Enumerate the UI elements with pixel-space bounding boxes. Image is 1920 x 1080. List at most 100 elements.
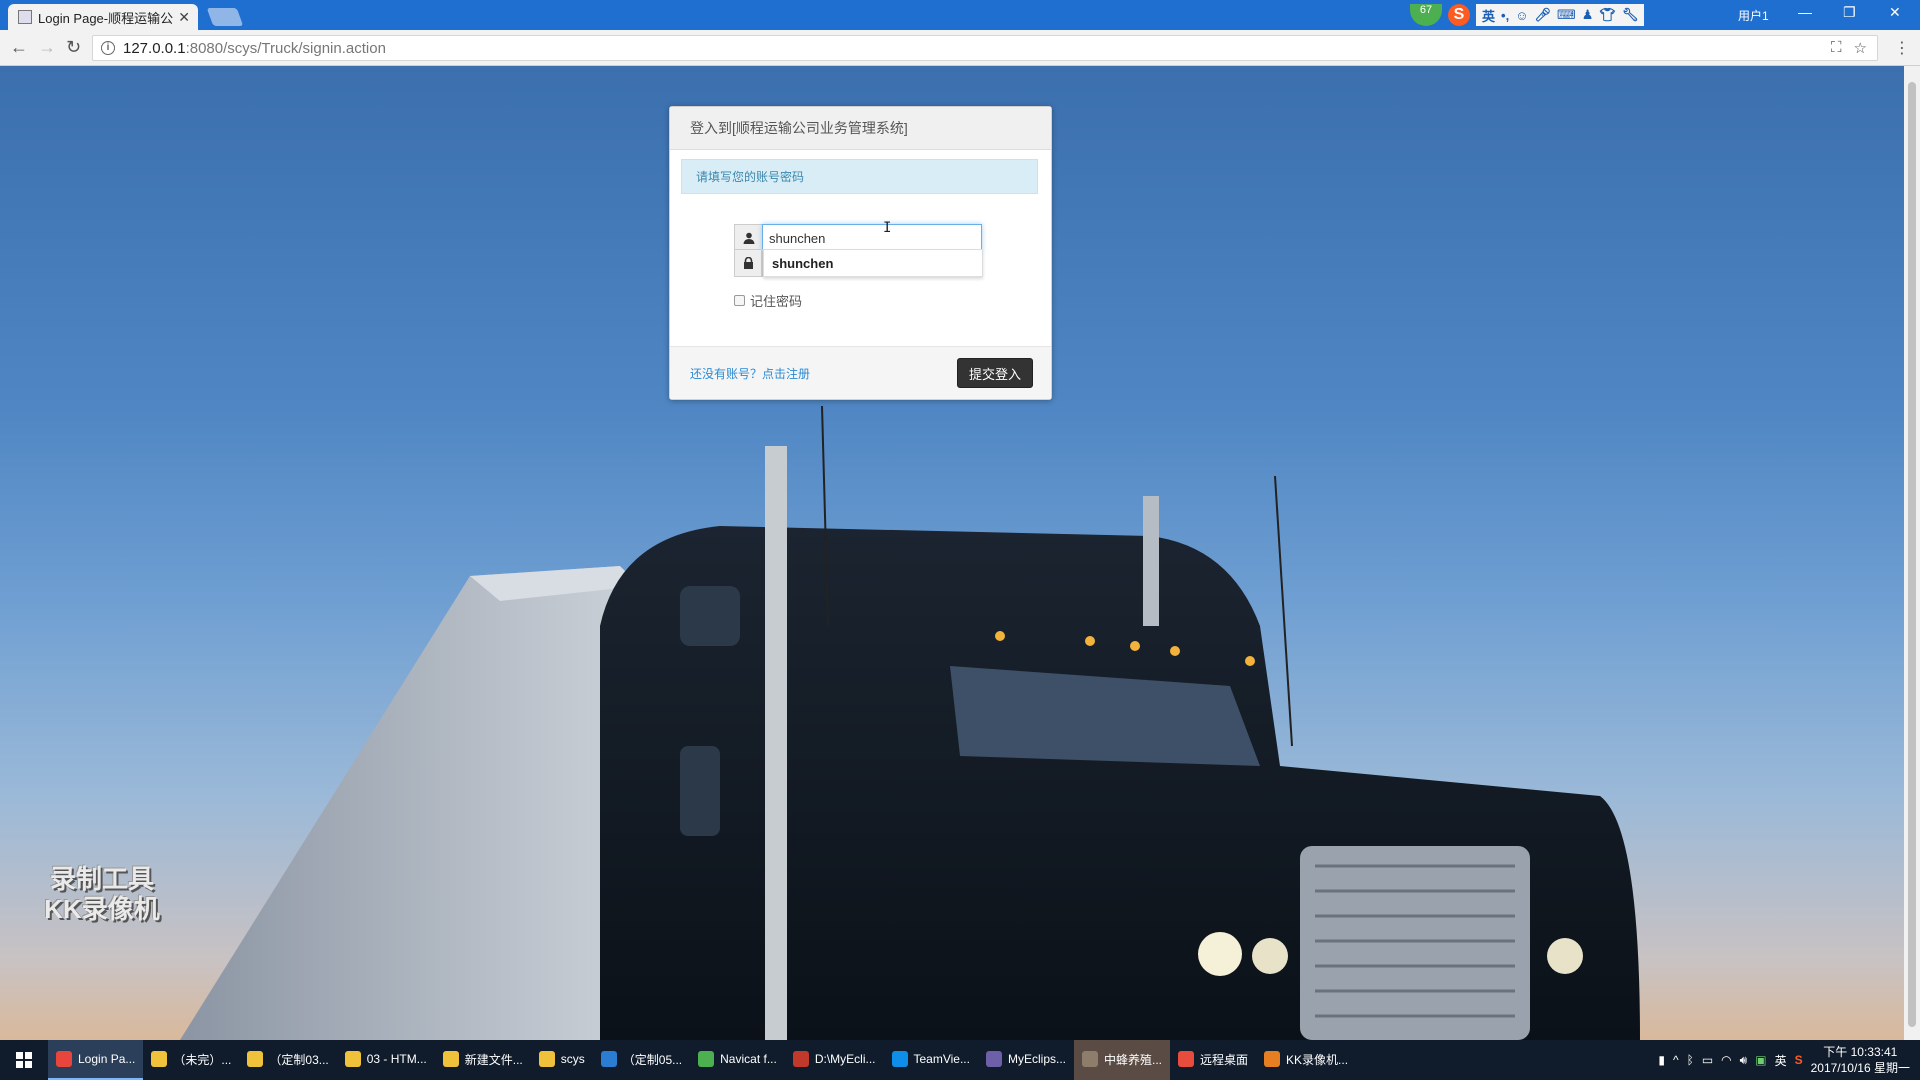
new-tab-button[interactable] bbox=[206, 8, 244, 26]
battery-icon[interactable]: ▮ bbox=[1658, 1053, 1665, 1067]
taskbar-item-label: TeamVie... bbox=[913, 1052, 970, 1066]
notification-badge[interactable]: 67 bbox=[1410, 4, 1442, 26]
watermark-line2: KK录像机 bbox=[44, 894, 160, 924]
taskbar-item[interactable]: （定制03... bbox=[239, 1040, 336, 1080]
taskbar-app-icon bbox=[1264, 1051, 1281, 1067]
taskbar-item-label: Navicat f... bbox=[720, 1052, 777, 1066]
taskbar-item-label: Login Pa... bbox=[78, 1052, 136, 1066]
keyboard-icon[interactable]: ⌨ bbox=[1557, 7, 1576, 23]
tray-ime-lang[interactable]: 英 bbox=[1775, 1052, 1787, 1069]
recorder-watermark: 录制工具 KK录像机 bbox=[32, 864, 172, 924]
taskbar-app-icon bbox=[56, 1051, 72, 1067]
taskbar-item[interactable]: TeamVie... bbox=[884, 1040, 978, 1080]
taskbar-app-icon bbox=[1178, 1051, 1195, 1067]
forward-arrow-icon[interactable]: → bbox=[38, 37, 56, 58]
show-hidden-icons-icon[interactable]: ^ bbox=[1673, 1053, 1679, 1067]
remember-label: 记住密码 bbox=[750, 294, 803, 309]
power-icon[interactable]: ▭ bbox=[1702, 1053, 1713, 1067]
taskbar-item-label: （未完）... bbox=[173, 1052, 232, 1067]
profile-user-label[interactable]: 用户1 bbox=[1738, 7, 1769, 24]
ime-toolbar: 英 •, ☺ 🎤︎ ⌨ ♟ 👕︎ 🔧︎ bbox=[1476, 4, 1645, 26]
wifi-icon[interactable]: ◠ bbox=[1721, 1053, 1731, 1067]
browser-titlebar: Login Page-顺程运输公 ✕ 67 S 英 •, ☺ 🎤︎ ⌨ ♟ 👕︎… bbox=[0, 0, 1920, 30]
browser-toolbar: ← → ↻ i 127.0.0.1:8080/scys/Truck/signin… bbox=[0, 30, 1920, 66]
taskbar-item-label: （定制05... bbox=[622, 1052, 683, 1067]
watermark-line1: 录制工具 bbox=[49, 864, 154, 894]
windows-start-icon[interactable] bbox=[0, 1040, 48, 1080]
taskbar-app-icon bbox=[442, 1051, 459, 1067]
user-icon[interactable]: ♟ bbox=[1582, 7, 1594, 23]
taskbar-app-icon bbox=[600, 1051, 617, 1067]
taskbar-item-label: 中蜂养殖... bbox=[1104, 1052, 1163, 1067]
taskbar-app-icon bbox=[247, 1051, 264, 1067]
wrench-icon[interactable]: 🔧︎ bbox=[1622, 7, 1639, 23]
register-link[interactable]: 还没有账号？点击注册 bbox=[690, 365, 810, 382]
page-scrollbar[interactable] bbox=[1904, 66, 1920, 1040]
taskbar-item-label: 远程桌面 bbox=[1200, 1052, 1249, 1067]
browser-tab[interactable]: Login Page-顺程运输公 ✕ bbox=[8, 4, 198, 30]
scrollbar-thumb[interactable] bbox=[1908, 82, 1916, 1027]
login-card: 登入到[顺程运输公司业务管理系统] 请填写您的账号密码 shunchen 记住密… bbox=[669, 106, 1052, 400]
back-arrow-icon[interactable]: ← bbox=[10, 37, 28, 58]
clock-date: 2017/10/16 星期一 bbox=[1810, 1061, 1910, 1075]
remember-password[interactable]: 记住密码 bbox=[734, 291, 802, 310]
system-tray: ▮ ^ ᛒ ▭ ◠ 🔊︎ ▣ 英 S 下午 10:33:41 2017/10/1… bbox=[1658, 1040, 1920, 1080]
taskbar-item-label: 03 - HTM... bbox=[366, 1052, 427, 1066]
taskbar-app-icon bbox=[538, 1051, 555, 1067]
emoji-icon[interactable]: ☺ bbox=[1515, 8, 1528, 23]
taskbar-item[interactable]: （未完）... bbox=[143, 1040, 239, 1080]
translate-icon[interactable]: ⛶ bbox=[1831, 39, 1842, 57]
lock-icon bbox=[734, 249, 762, 277]
login-card-footer: 还没有账号？点击注册 提交登入 bbox=[670, 346, 1051, 399]
taskbar-app-icon bbox=[698, 1051, 715, 1067]
clock[interactable]: 下午 10:33:41 2017/10/16 星期一 bbox=[1811, 1044, 1910, 1076]
bookmark-star-icon[interactable]: ☆ bbox=[1854, 39, 1867, 57]
taskbar-item[interactable]: 03 - HTM... bbox=[337, 1040, 435, 1080]
sogou-tray-icon[interactable]: S bbox=[1795, 1053, 1803, 1067]
taskbar-app-icon bbox=[1082, 1051, 1098, 1067]
taskbar-app-icon bbox=[344, 1051, 361, 1067]
sogou-ime-icon[interactable]: S bbox=[1448, 4, 1470, 26]
shirt-icon[interactable]: 👕︎ bbox=[1599, 7, 1616, 23]
taskbar-item[interactable]: Login Pa... bbox=[48, 1040, 144, 1080]
user-icon bbox=[734, 224, 762, 252]
taskbar-item[interactable]: 中蜂养殖... bbox=[1074, 1040, 1171, 1080]
volume-icon[interactable]: 🔊︎ bbox=[1740, 1053, 1748, 1068]
taskbar-item[interactable]: D:\MyEcli... bbox=[785, 1040, 884, 1080]
app-tray-icon[interactable]: ▣ bbox=[1755, 1053, 1766, 1067]
punctuation-icon[interactable]: •, bbox=[1501, 8, 1509, 23]
microphone-icon[interactable]: 🎤︎ bbox=[1534, 7, 1551, 23]
close-window-icon[interactable]: ✕ bbox=[1889, 4, 1901, 21]
taskbar-app-icon bbox=[151, 1051, 168, 1067]
reload-icon[interactable]: ↻ bbox=[66, 37, 81, 58]
username-row bbox=[734, 224, 982, 252]
taskbar-app-icon bbox=[891, 1051, 908, 1067]
taskbar-item[interactable]: 新建文件... bbox=[435, 1040, 531, 1080]
username-input[interactable] bbox=[762, 224, 982, 252]
taskbar-item[interactable]: 远程桌面 bbox=[1170, 1040, 1256, 1080]
taskbar-item[interactable]: scys bbox=[531, 1040, 593, 1080]
taskbar-item[interactable]: （定制05... bbox=[593, 1040, 690, 1080]
taskbar-item[interactable]: KK录像机... bbox=[1256, 1040, 1356, 1080]
autocomplete-suggestion[interactable]: shunchen bbox=[763, 249, 983, 277]
taskbar-item-label: scys bbox=[560, 1052, 585, 1066]
site-info-icon[interactable]: i bbox=[101, 41, 115, 55]
taskbar-item-label: 新建文件... bbox=[464, 1052, 523, 1067]
restore-icon[interactable]: ❐ bbox=[1843, 4, 1856, 21]
remember-checkbox[interactable] bbox=[734, 295, 745, 306]
ime-lang-toggle[interactable]: 英 bbox=[1482, 6, 1495, 25]
address-bar[interactable]: i 127.0.0.1:8080/scys/Truck/signin.actio… bbox=[92, 35, 1878, 61]
tab-close-icon[interactable]: ✕ bbox=[178, 9, 190, 26]
submit-login-button[interactable]: 提交登入 bbox=[957, 358, 1033, 388]
bluetooth-icon[interactable]: ᛒ bbox=[1687, 1053, 1694, 1067]
clock-time: 下午 10:33:41 bbox=[1823, 1045, 1898, 1059]
minimize-icon[interactable]: — bbox=[1798, 4, 1812, 20]
url-host: 127.0.0.1 bbox=[123, 39, 186, 57]
taskbar-app-icon bbox=[792, 1051, 809, 1067]
browser-menu-icon[interactable]: ⋮ bbox=[1894, 38, 1910, 58]
taskbar-item[interactable]: Navicat f... bbox=[690, 1040, 785, 1080]
login-hint-alert: 请填写您的账号密码 bbox=[681, 159, 1038, 194]
taskbar-apps: Login Pa... （未完）... （定制03... 03 - HTM... 新建文… bbox=[48, 1040, 1356, 1080]
taskbar-item[interactable]: MyEclips... bbox=[978, 1040, 1074, 1080]
windows-taskbar: Login Pa... （未完）... （定制03... 03 - HTM... 新建文… bbox=[0, 1040, 1920, 1080]
